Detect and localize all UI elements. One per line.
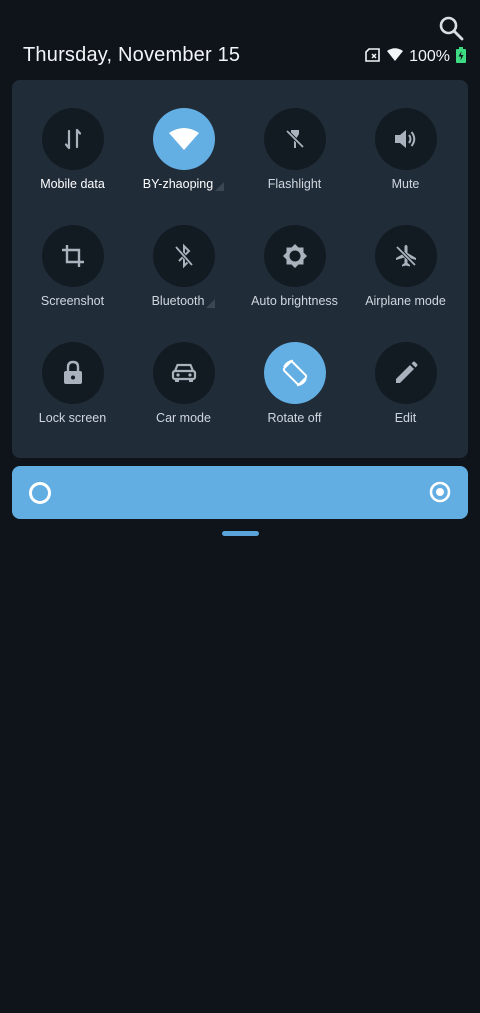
tile-label: Flashlight xyxy=(267,177,322,191)
expand-indicator-icon xyxy=(206,299,216,308)
tile-screenshot[interactable]: Screenshot xyxy=(17,225,128,308)
search-icon[interactable] xyxy=(437,14,465,42)
expand-indicator-icon xyxy=(215,182,225,191)
tile-bluetooth[interactable]: Bluetooth xyxy=(128,225,239,308)
bluetooth-button[interactable] xyxy=(152,225,215,287)
tile-lock-screen[interactable]: Lock screen xyxy=(17,342,128,425)
lock-screen-button[interactable] xyxy=(41,342,104,404)
tile-label: Car mode xyxy=(156,411,211,425)
wifi-button[interactable] xyxy=(152,108,215,170)
tile-rotate[interactable]: Rotate off xyxy=(239,342,350,425)
tile-label: Mobile data xyxy=(40,177,105,191)
rotate-icon xyxy=(282,359,307,387)
drag-handle[interactable] xyxy=(222,531,259,536)
wifi-icon xyxy=(168,128,199,150)
battery-percent: 100% xyxy=(409,48,450,65)
tile-label: Lock screen xyxy=(38,411,107,425)
brightness-icon xyxy=(282,244,307,268)
mobile-data-icon xyxy=(64,128,81,150)
tile-flashlight[interactable]: Flashlight xyxy=(239,108,350,191)
tile-label: Auto brightness xyxy=(251,294,338,308)
airplane-mode-button[interactable] xyxy=(374,225,437,287)
lock-icon xyxy=(63,360,82,384)
edit-button[interactable] xyxy=(374,342,437,404)
volume-icon xyxy=(394,130,415,148)
flashlight-off-icon xyxy=(285,129,304,149)
tile-label: Rotate off xyxy=(267,411,322,425)
mute-button[interactable] xyxy=(374,108,437,170)
car-mode-button[interactable] xyxy=(152,342,215,404)
tile-airplane-mode[interactable]: Airplane mode xyxy=(350,225,461,308)
wifi-status-icon xyxy=(387,48,404,66)
auto-brightness-button[interactable] xyxy=(263,225,326,287)
auto-brightness-icon[interactable] xyxy=(429,481,451,503)
tile-label: Mute xyxy=(391,177,420,191)
tile-wifi[interactable]: BY-zhaoping xyxy=(128,108,239,191)
tile-mute[interactable]: Mute xyxy=(350,108,461,191)
sim-card-icon xyxy=(365,47,381,67)
tile-label: Airplane mode xyxy=(365,294,446,308)
tile-auto-brightness[interactable]: Auto brightness xyxy=(239,225,350,308)
date-text: Thursday, November 15 xyxy=(23,44,241,66)
battery-icon xyxy=(456,46,466,68)
mobile-data-button[interactable] xyxy=(41,108,104,170)
brightness-slider[interactable] xyxy=(12,466,468,519)
tile-label: BY-zhaoping xyxy=(128,177,239,191)
crop-icon xyxy=(61,245,84,267)
tile-label: Edit xyxy=(394,411,417,425)
status-bar: 100% xyxy=(365,46,466,68)
tile-edit[interactable]: Edit xyxy=(350,342,461,425)
quick-settings-panel: Mobile data BY-zhaoping Flashlight Mute … xyxy=(12,80,468,458)
tile-label: Screenshot xyxy=(40,294,105,308)
screenshot-button[interactable] xyxy=(41,225,104,287)
flashlight-button[interactable] xyxy=(263,108,326,170)
bluetooth-off-icon xyxy=(174,243,193,269)
pencil-icon xyxy=(395,361,417,383)
tile-label: Bluetooth xyxy=(128,294,239,308)
tile-car-mode[interactable]: Car mode xyxy=(128,342,239,425)
airplane-off-icon xyxy=(395,245,416,267)
car-icon xyxy=(171,363,196,382)
brightness-slider-thumb[interactable] xyxy=(29,482,51,504)
tile-mobile-data[interactable]: Mobile data xyxy=(17,108,128,191)
rotate-button[interactable] xyxy=(263,342,326,404)
